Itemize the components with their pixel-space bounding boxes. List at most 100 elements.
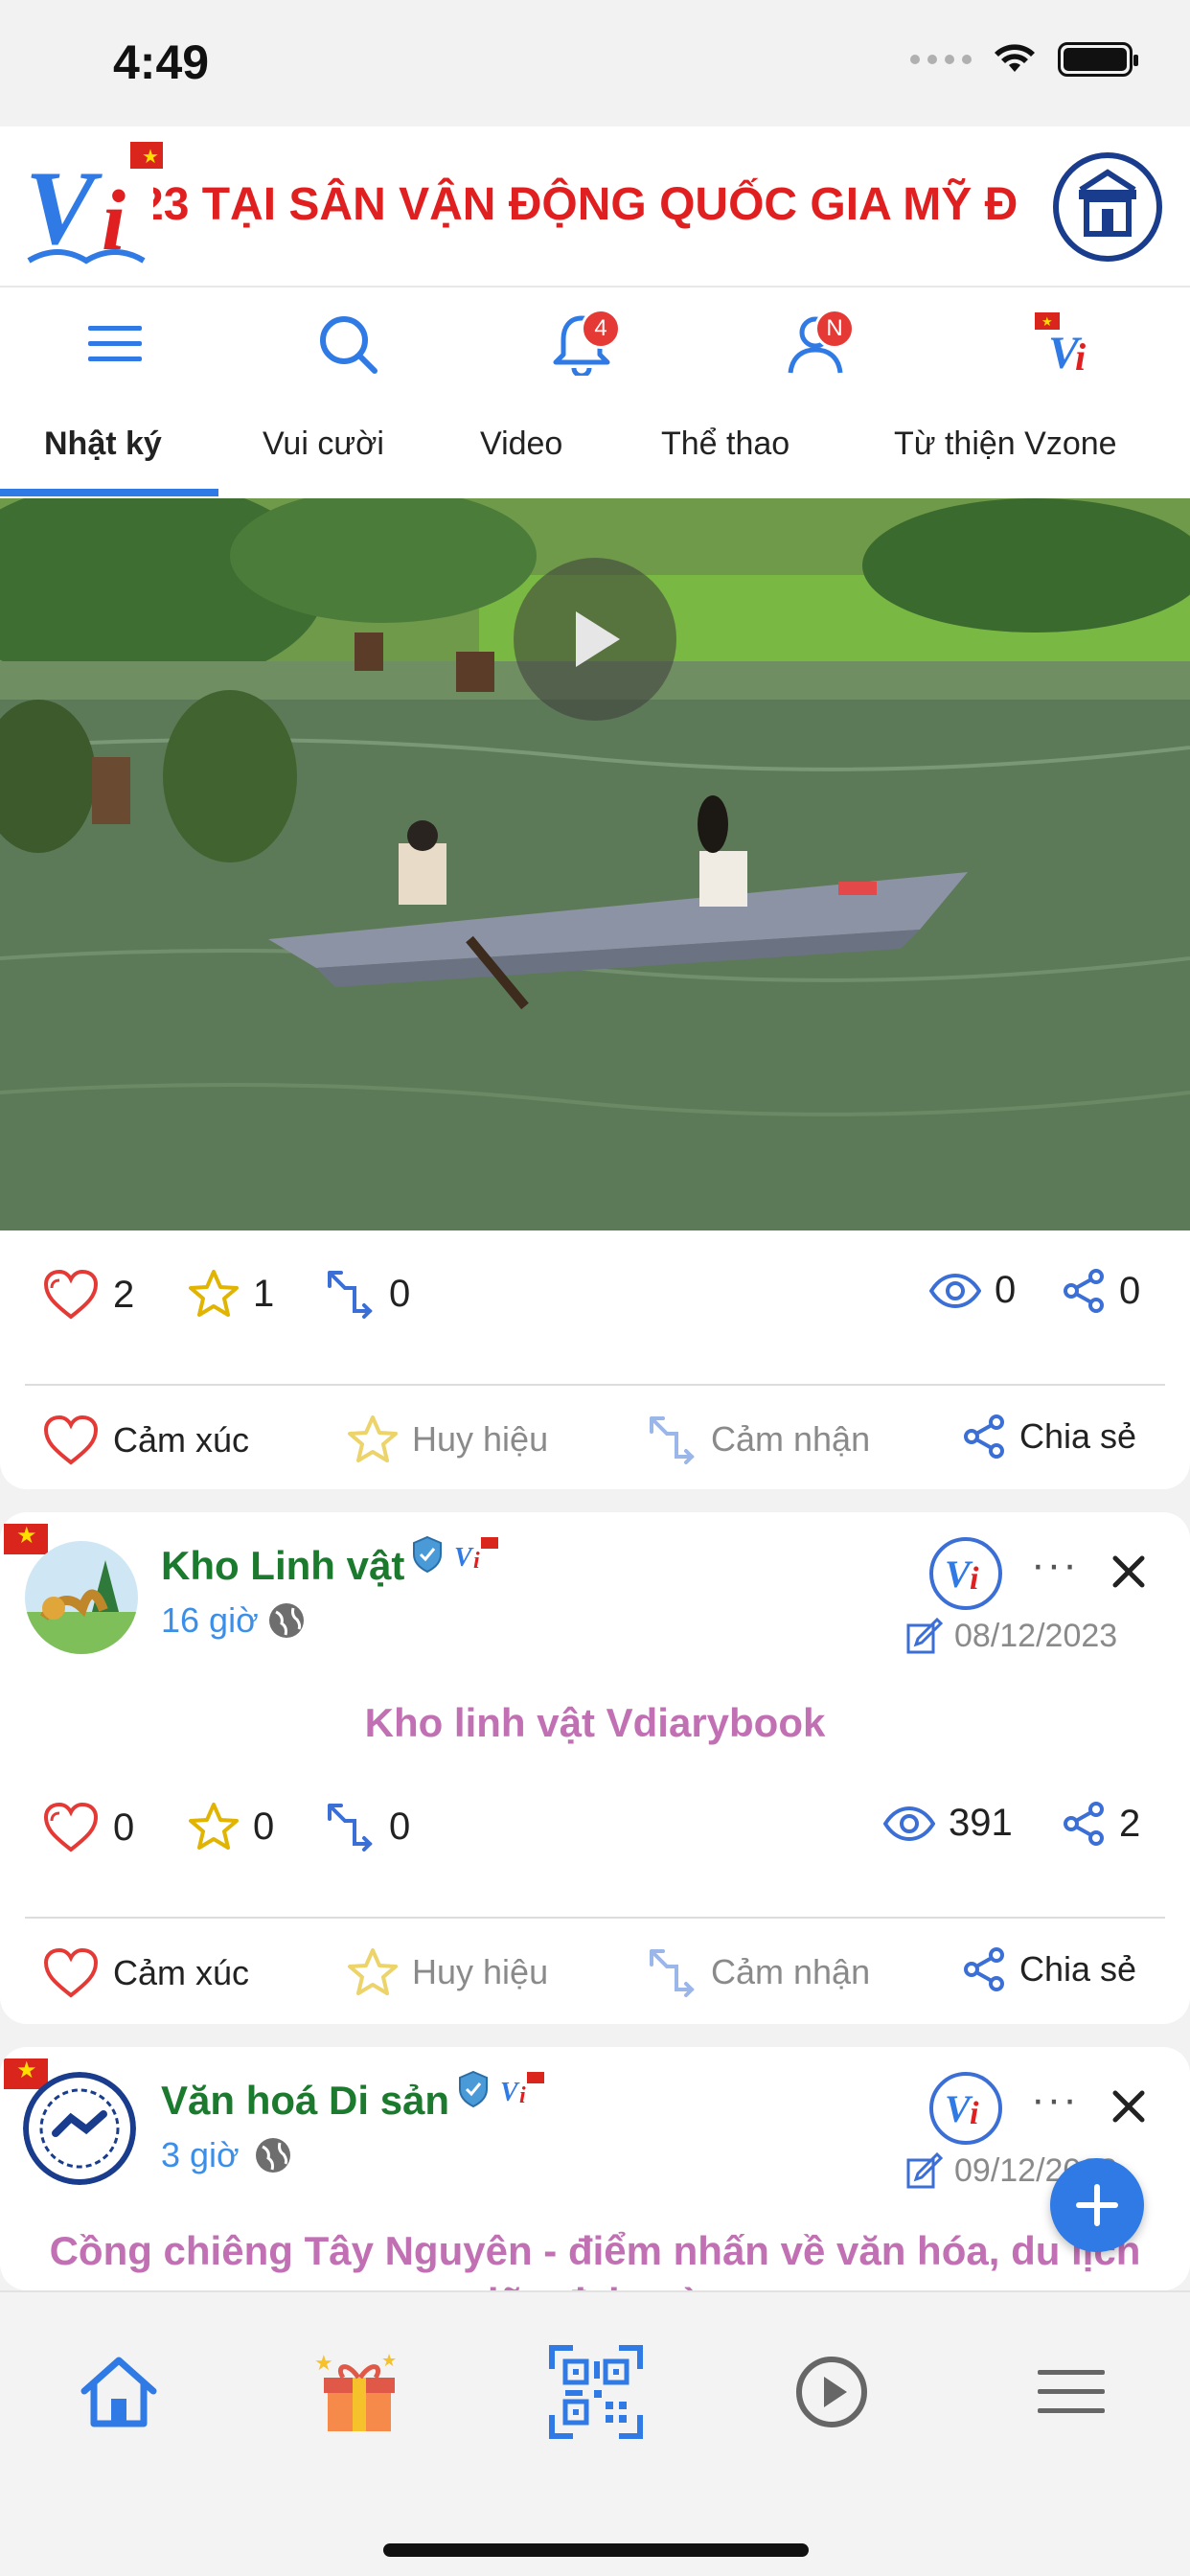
notifications-badge: 4 [581,309,621,349]
search-icon[interactable] [305,301,391,387]
badge-button[interactable]: Huy hiệu [347,1947,548,1997]
badges-count: 0 [253,1805,275,1848]
vdiarybook-logo-icon[interactable]: Vi [927,2070,1004,2147]
gift-icon[interactable]: ★ ★ [310,2344,406,2440]
share-label: Chia sẻ [1019,1416,1137,1456]
vzone-logo-icon[interactable]: ★ V i [1023,301,1110,387]
add-post-button[interactable] [1050,2158,1144,2252]
profile-button[interactable]: N [772,301,858,387]
shares-stat[interactable]: 0 [1062,1269,1140,1313]
close-icon[interactable] [1111,2089,1146,2124]
toolbar: 4 N ★ V i Nhật ký Vui cười Video Thể tha… [0,288,1190,498]
menu-icon[interactable] [72,301,158,387]
emotion-button[interactable]: Cảm xúc [42,1947,249,1999]
tab-nhat-ky[interactable]: Nhật ký [44,426,162,463]
tab-the-thao[interactable]: Thể thao [661,426,790,463]
banner-text: 23 TẠI SÂN VẬN ĐỘNG QUỐC GIA MỸ Đ [153,179,1018,230]
badges-stat[interactable]: 1 [188,1269,274,1319]
emotion-button[interactable]: Cảm xúc [42,1414,249,1466]
share-button[interactable]: Chia sẻ [962,1414,1136,1459]
svg-text:V: V [454,1543,474,1573]
post-date: 08/12/2023 [954,1618,1118,1654]
svg-text:★: ★ [142,145,159,168]
emotion-label: Cảm xúc [113,1420,250,1460]
hamburger-icon[interactable] [1023,2344,1119,2440]
plus-icon [1076,2184,1118,2226]
home-indicator [383,2543,809,2557]
verified-icon: V i [459,2070,544,2108]
post-card: Kho Linh vật V i 16 giờ Vi ··· 08/12/202… [0,1512,1190,2024]
svg-text:i: i [970,2096,979,2131]
comment-icon [328,1804,373,1852]
svg-text:★: ★ [381,2351,397,2371]
bottom-nav: ★ ★ [0,2290,1190,2576]
wifi-icon [995,44,1035,72]
status-bar: 4:49 [0,0,1190,126]
likes-stat[interactable]: 0 [42,1802,134,1853]
post-title[interactable]: Kho linh vật Vdiarybook [0,1700,1190,1746]
likes-count: 0 [113,1806,135,1849]
more-options-icon[interactable]: ··· [1031,1541,1079,1589]
globe-icon [256,2138,290,2173]
comment-icon [650,1949,695,1997]
vdiarybook-logo-icon[interactable]: Vi [927,1535,1004,1612]
video-player[interactable] [0,498,1190,1230]
comment-icon [650,1416,695,1464]
play-button[interactable] [514,558,676,721]
qr-code-icon[interactable] [548,2344,644,2440]
top-banner[interactable]: 23 TẠI SÂN VẬN ĐỘNG QUỐC GIA MỸ Đ ★ V i [0,126,1190,288]
emotion-label: Cảm xúc [113,1953,250,1992]
eye-icon [929,1273,981,1308]
badge-label: Huy hiệu [412,1952,549,1991]
heart-icon [43,1269,99,1320]
share-label: Chia sẻ [1019,1949,1137,1989]
notifications-button[interactable]: 4 [538,301,625,387]
tab-tu-thien-vzone[interactable]: Từ thiện Vzone [894,426,1117,463]
shares-stat[interactable]: 2 [1062,1802,1140,1846]
close-icon[interactable] [1111,1554,1146,1589]
tab-video[interactable]: Video [480,426,562,463]
svg-text:V: V [25,150,103,266]
avatar[interactable] [23,2072,136,2185]
comments-stat[interactable]: 0 [326,1802,410,1852]
hanoi-logo-icon [1053,152,1162,262]
app-logo-icon[interactable]: ★ V i [19,136,163,280]
views-stat: 391 [883,1802,1013,1845]
comment-label: Cảm nhận [711,1419,871,1459]
eye-icon [883,1806,935,1841]
star-icon [348,1415,398,1462]
avatar[interactable] [25,1541,138,1654]
author-name[interactable]: Kho Linh vật [161,1543,404,1589]
play-icon [576,611,620,667]
post-time: 16 giờ [161,1600,259,1640]
active-tab-indicator [0,489,218,496]
comment-icon [328,1271,373,1319]
comment-button[interactable]: Cảm nhận [648,1947,870,1997]
svg-text:i: i [970,1561,979,1597]
svg-text:i: i [519,2083,526,2108]
tab-vui-cuoi[interactable]: Vui cười [263,426,384,463]
play-circle-icon[interactable] [784,2344,880,2440]
heart-icon [43,1947,99,1998]
signal-icon [910,55,972,64]
profile-badge: N [814,309,855,349]
likes-stat[interactable]: 2 [42,1269,134,1321]
heart-icon [43,1414,99,1465]
post-title[interactable]: Cồng chiêng Tây Nguyên - điểm nhấn về vă… [0,2225,1190,2290]
home-icon[interactable] [71,2344,167,2440]
author-name[interactable]: Văn hoá Di sản [161,2078,449,2124]
status-icons [910,42,1138,77]
badges-stat[interactable]: 0 [188,1802,274,1852]
post-actions: Cảm xúc Huy hiệu Cảm nhận Chia sẻ [0,1919,1190,2024]
badge-button[interactable]: Huy hiệu [347,1414,548,1464]
banner-marquee: 23 TẠI SÂN VẬN ĐỘNG QUỐC GIA MỸ Đ [153,169,1046,245]
edit-date-icon [906,2152,943,2189]
more-options-icon[interactable]: ··· [1031,2076,1079,2124]
star-icon [189,1803,239,1850]
badges-count: 1 [253,1272,275,1315]
shares-count: 2 [1119,1802,1141,1845]
comments-stat[interactable]: 0 [326,1269,410,1319]
share-button[interactable]: Chia sẻ [962,1947,1136,1991]
likes-count: 2 [113,1273,135,1316]
comment-button[interactable]: Cảm nhận [648,1414,870,1464]
